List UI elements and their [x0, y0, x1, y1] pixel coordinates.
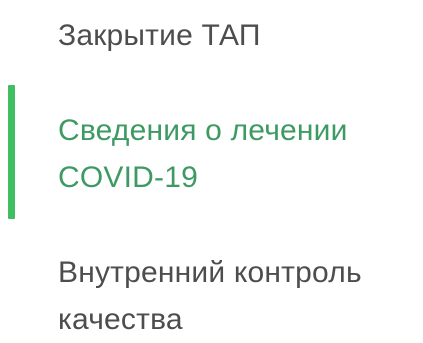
sidebar-nav: Закрытие ТАП Сведения о лечении COVID-19… — [0, 0, 423, 336]
sidebar-item-tap-closing[interactable]: Закрытие ТАП — [0, 12, 423, 59]
sidebar-item-label: Внутренний контроль качества — [58, 256, 362, 336]
sidebar-item-internal-quality-control[interactable]: Внутренний контроль качества — [0, 249, 423, 336]
sidebar-item-label: Сведения о лечении COVID-19 — [58, 114, 348, 194]
sidebar-item-covid-treatment[interactable]: Сведения о лечении COVID-19 — [0, 85, 423, 219]
active-indicator — [8, 85, 15, 219]
sidebar-item-label: Закрытие ТАП — [58, 19, 261, 52]
